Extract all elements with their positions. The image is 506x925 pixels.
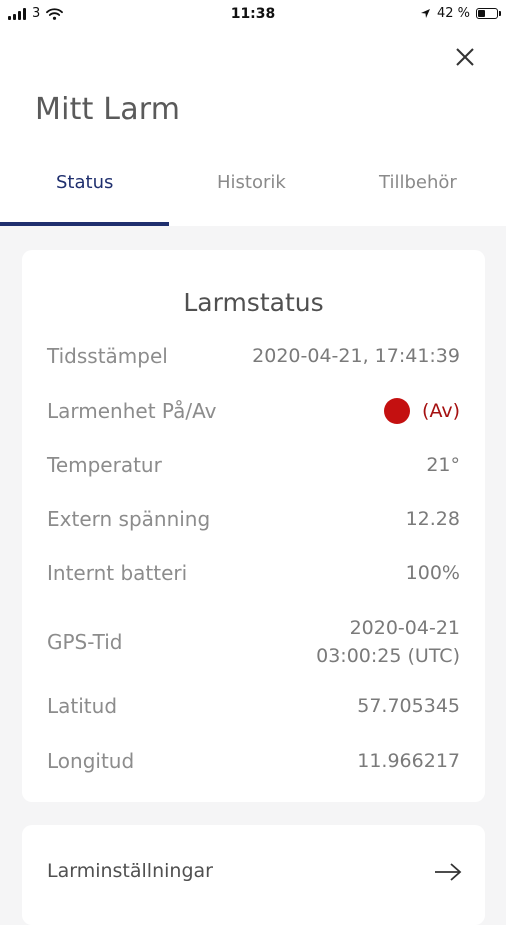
battery-icon bbox=[476, 8, 501, 19]
header: Mitt Larm Status Historik Tillbehör bbox=[0, 30, 506, 226]
close-icon[interactable] bbox=[452, 44, 478, 70]
alarm-state: (Av) bbox=[384, 398, 460, 424]
active-tab-indicator bbox=[0, 222, 169, 226]
row-value: 12.28 bbox=[405, 508, 460, 530]
page-title: Mitt Larm bbox=[35, 92, 181, 127]
row-longitude: Longitud 11.966217 bbox=[47, 749, 460, 773]
alarm-state-text: (Av) bbox=[422, 400, 460, 422]
row-label: Larmenhet På/Av bbox=[47, 399, 217, 423]
row-label: Internt batteri bbox=[47, 561, 188, 585]
status-bar: 3 11:38 42 % bbox=[0, 0, 506, 30]
row-label: Extern spänning bbox=[47, 507, 211, 531]
row-value: 2020-04-21 03:00:25 (UTC) bbox=[316, 614, 460, 670]
alarm-settings-link[interactable]: Larminställningar bbox=[22, 825, 485, 925]
status-dot-icon bbox=[384, 398, 411, 424]
battery-percent: 42 % bbox=[436, 6, 470, 21]
row-value: 2020-04-21, 17:41:39 bbox=[252, 345, 460, 367]
card-title: Larmstatus bbox=[183, 288, 324, 317]
row-label: Temperatur bbox=[47, 453, 162, 477]
row-value: 100% bbox=[405, 562, 460, 584]
battery-level bbox=[478, 10, 485, 17]
row-alarm-unit: Larmenhet På/Av (Av) bbox=[47, 398, 460, 424]
row-internal-battery: Internt batteri 100% bbox=[47, 561, 460, 585]
gps-date: 2020-04-21 bbox=[349, 617, 460, 639]
row-label: Latitud bbox=[47, 694, 118, 718]
row-temperature: Temperatur 21° bbox=[47, 453, 460, 477]
row-label: GPS-Tid bbox=[47, 630, 123, 654]
row-gps-time: GPS-Tid 2020-04-21 03:00:25 (UTC) bbox=[47, 614, 460, 670]
location-arrow-icon bbox=[420, 9, 430, 18]
tab-status[interactable]: Status bbox=[56, 172, 113, 193]
row-value: 11.966217 bbox=[357, 750, 460, 772]
alarm-settings-label: Larminställningar bbox=[47, 860, 213, 882]
row-latitude: Latitud 57.705345 bbox=[47, 694, 460, 718]
row-timestamp: Tidsstämpel 2020-04-21, 17:41:39 bbox=[47, 344, 460, 368]
row-value: 21° bbox=[426, 454, 460, 476]
tab-tillbehor[interactable]: Tillbehör bbox=[379, 172, 457, 193]
alarm-status-card: Larmstatus Tidsstämpel 2020-04-21, 17:41… bbox=[22, 250, 485, 802]
tab-bar: Status Historik Tillbehör bbox=[0, 164, 506, 226]
row-label: Tidsstämpel bbox=[47, 344, 168, 368]
row-external-voltage: Extern spänning 12.28 bbox=[47, 507, 460, 531]
row-value: 57.705345 bbox=[357, 695, 460, 717]
arrow-right-icon bbox=[435, 863, 462, 881]
row-label: Longitud bbox=[47, 749, 135, 773]
tab-historik[interactable]: Historik bbox=[217, 172, 286, 193]
status-bar-right: 42 % bbox=[420, 6, 501, 21]
gps-time: 03:00:25 (UTC) bbox=[316, 645, 460, 667]
